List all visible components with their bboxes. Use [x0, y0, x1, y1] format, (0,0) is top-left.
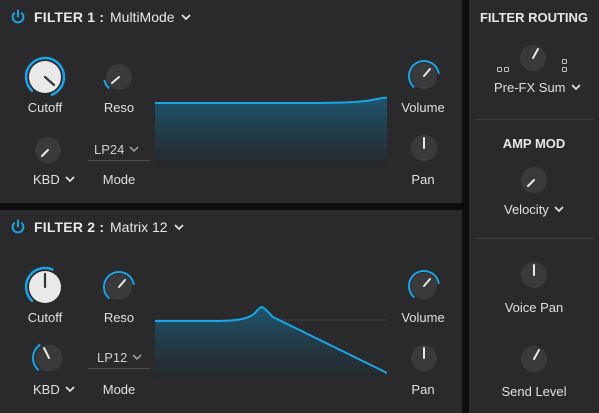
filter-1-kbd-label: KBD — [33, 172, 60, 187]
chevron-down-icon — [173, 223, 184, 231]
send-level-label: Send Level — [501, 384, 567, 399]
chevron-down-icon — [132, 354, 142, 361]
filter-1-pan-knob[interactable] — [408, 132, 440, 164]
parallel-routing-icon-b — [562, 67, 567, 72]
filter-1-type-value: MultiMode — [110, 9, 175, 25]
send-level-knob[interactable] — [518, 343, 550, 375]
serial-routing-icon[interactable] — [497, 67, 502, 72]
filter-2-volume-knob[interactable] — [408, 270, 440, 302]
voice-pan-label: Voice Pan — [504, 300, 564, 315]
filter-1-kbd-dropdown[interactable]: KBD — [33, 172, 75, 187]
chevron-down-icon — [129, 146, 139, 153]
filter-1-type-dropdown[interactable]: MultiMode — [110, 9, 191, 25]
filter-1-slope-value: LP24 — [94, 142, 125, 157]
routing-panel: FILTER ROUTING Pre-FX Sum AMP MOD Veloci… — [469, 0, 599, 413]
filter-routing-dropdown[interactable]: Pre-FX Sum — [494, 80, 581, 95]
filter-2-pan-knob[interactable] — [408, 342, 440, 374]
amp-mod-title: AMP MOD — [502, 136, 566, 151]
filter-2-type-value: Matrix 12 — [110, 219, 168, 235]
filter-1-panel: FILTER 1 : MultiMode Cutoff Reso KBD LP2… — [0, 0, 462, 203]
routing-divider-2 — [475, 238, 593, 239]
filter-1-reso-knob[interactable] — [103, 61, 135, 93]
filter-2-title: FILTER 2 : — [34, 219, 105, 235]
filter-2-reso-label: Reso — [103, 310, 135, 325]
filter-2-cutoff-label: Cutoff — [27, 310, 63, 325]
filter-2-slope-value: LP12 — [97, 350, 128, 365]
filter-1-mode-label: Mode — [102, 172, 136, 187]
slope-underline — [88, 160, 150, 161]
filter-2-panel: FILTER 2 : Matrix 12 Cutoff Reso KBD LP1… — [0, 210, 462, 413]
filter-1-power-icon[interactable] — [10, 9, 26, 25]
filter-1-volume-label: Volume — [401, 100, 445, 115]
filter-1-response-graph[interactable] — [155, 60, 387, 168]
amp-mod-dropdown[interactable]: Velocity — [504, 202, 564, 217]
filter-routing-value: Pre-FX Sum — [494, 80, 566, 95]
filter-1-cutoff-label: Cutoff — [27, 100, 63, 115]
filter-2-slope-dropdown[interactable]: LP12 — [97, 350, 142, 365]
serial-routing-icon-b — [504, 67, 509, 72]
filter-routing-title: FILTER ROUTING — [479, 10, 589, 25]
voice-pan-knob[interactable] — [518, 259, 550, 291]
filter-routing-knob[interactable] — [517, 42, 549, 74]
amp-mod-knob[interactable] — [518, 164, 550, 196]
routing-divider-1 — [475, 119, 593, 120]
filter-1-slope-dropdown[interactable]: LP24 — [94, 142, 139, 157]
filter-2-kbd-knob[interactable] — [32, 341, 66, 375]
filter-2-response-graph[interactable] — [155, 270, 387, 378]
chevron-down-icon — [554, 206, 564, 213]
filter-1-volume-knob[interactable] — [408, 60, 440, 92]
filter-2-mode-label: Mode — [102, 382, 136, 397]
filter-2-cutoff-knob[interactable] — [24, 266, 66, 308]
amp-mod-value: Velocity — [504, 202, 549, 217]
filter-2-kbd-dropdown[interactable]: KBD — [33, 382, 75, 397]
filter-2-type-dropdown[interactable]: Matrix 12 — [110, 219, 184, 235]
filter-2-pan-label: Pan — [411, 382, 435, 397]
filter-1-kbd-knob[interactable] — [32, 134, 64, 166]
filter-1-reso-label: Reso — [103, 100, 135, 115]
filter-2-kbd-label: KBD — [33, 382, 60, 397]
filter-1-cutoff-knob[interactable] — [24, 56, 66, 98]
chevron-down-icon — [65, 386, 75, 393]
parallel-routing-icon[interactable] — [562, 59, 567, 64]
chevron-down-icon — [570, 84, 581, 91]
filter-1-pan-label: Pan — [411, 172, 435, 187]
filter-2-volume-label: Volume — [401, 310, 445, 325]
slope-underline — [88, 368, 150, 369]
filter-2-power-icon[interactable] — [10, 219, 26, 235]
filter-1-title: FILTER 1 : — [34, 9, 105, 25]
chevron-down-icon — [180, 13, 191, 21]
chevron-down-icon — [65, 176, 75, 183]
filter-2-reso-knob[interactable] — [103, 271, 135, 303]
